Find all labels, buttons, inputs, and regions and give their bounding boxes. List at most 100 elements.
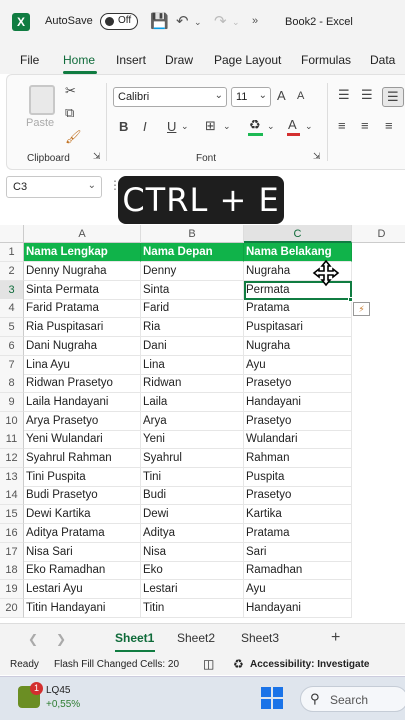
undo-icon[interactable]: ↶ — [176, 12, 189, 30]
table-cell[interactable]: Handayani — [244, 392, 352, 412]
table-cell[interactable]: Nisa Sari — [24, 542, 141, 562]
row-number[interactable]: 3 — [0, 280, 24, 300]
align-middle-icon[interactable]: ☰ — [361, 87, 373, 103]
taskbar-search[interactable]: ⚲ Search — [300, 686, 405, 712]
table-cell[interactable]: Pratama — [244, 299, 352, 319]
autosave-toggle[interactable]: Off — [100, 13, 138, 30]
paste-icon[interactable] — [29, 85, 55, 115]
row-number[interactable]: 19 — [0, 579, 24, 599]
table-cell[interactable]: Prasetyo — [244, 374, 352, 394]
row-number[interactable]: 20 — [0, 598, 24, 618]
fill-color-icon[interactable]: ♻ — [249, 117, 261, 133]
column-header-d[interactable]: D — [352, 225, 405, 243]
table-cell[interactable]: Titin — [141, 598, 244, 618]
macro-record-icon[interactable]: ◫ — [203, 657, 214, 671]
align-bottom-button[interactable]: ☰ — [382, 87, 404, 107]
font-size-select[interactable]: 11 ⌄ — [231, 87, 271, 107]
font-launcher-icon[interactable]: ⇲ — [313, 151, 321, 162]
header-cell-nama-lengkap[interactable]: Nama Lengkap — [24, 243, 141, 262]
table-cell[interactable]: Arya — [141, 411, 244, 431]
tab-data[interactable]: Data — [370, 53, 395, 67]
copy-icon[interactable]: ⧉ — [65, 105, 74, 121]
row-number[interactable]: 14 — [0, 486, 24, 506]
table-cell[interactable]: Dewi Kartika — [24, 505, 141, 525]
bold-button[interactable]: B — [119, 119, 128, 134]
table-cell[interactable]: Aditya — [141, 523, 244, 543]
row-number[interactable]: 17 — [0, 542, 24, 562]
table-cell[interactable]: Budi Prasetyo — [24, 486, 141, 506]
grow-font-icon[interactable]: A — [277, 88, 286, 103]
font-color-dropdown-icon[interactable]: ⌄ — [305, 121, 313, 132]
table-cell[interactable]: Lina Ayu — [24, 355, 141, 375]
table-cell[interactable]: Lestari — [141, 579, 244, 599]
sheet-tab-1[interactable]: Sheet1 — [115, 631, 154, 645]
table-cell[interactable]: Yeni Wulandari — [24, 430, 141, 450]
tab-page-layout[interactable]: Page Layout — [214, 53, 281, 67]
redo-dropdown-icon[interactable]: ⌄ — [232, 17, 240, 28]
table-cell[interactable]: Lestari Ayu — [24, 579, 141, 599]
table-cell[interactable]: Titin Handayani — [24, 598, 141, 618]
table-cell[interactable]: Laila — [141, 392, 244, 412]
table-cell[interactable]: Wulandari — [244, 430, 352, 450]
table-cell[interactable]: Denny — [141, 262, 244, 281]
table-cell[interactable]: Puspita — [244, 467, 352, 487]
borders-dropdown-icon[interactable]: ⌄ — [223, 121, 231, 132]
row-number[interactable]: 12 — [0, 449, 24, 468]
table-cell[interactable]: Yeni — [141, 430, 244, 450]
table-cell[interactable]: Farid Pratama — [24, 299, 141, 319]
row-number[interactable]: 13 — [0, 467, 24, 487]
table-cell[interactable]: Lina — [141, 355, 244, 375]
redo-icon[interactable]: ↷ — [214, 12, 227, 30]
fill-color-dropdown-icon[interactable]: ⌄ — [267, 121, 275, 132]
table-cell[interactable]: Eko — [141, 561, 244, 581]
sheet-tab-3[interactable]: Sheet3 — [241, 631, 279, 645]
tab-home[interactable]: Home — [63, 53, 95, 67]
row-number[interactable]: 18 — [0, 561, 24, 581]
table-cell[interactable]: Prasetyo — [244, 411, 352, 431]
row-number[interactable]: 7 — [0, 355, 24, 375]
prev-sheet-icon[interactable]: ❮ — [28, 632, 38, 646]
table-cell[interactable]: Ramadhan — [244, 561, 352, 581]
borders-icon[interactable]: ⊞ — [205, 118, 216, 134]
header-cell-nama-depan[interactable]: Nama Depan — [141, 243, 244, 262]
table-cell[interactable]: Ridwan — [141, 374, 244, 394]
table-cell[interactable]: Sinta — [141, 280, 244, 300]
table-cell[interactable]: Dani — [141, 336, 244, 356]
save-icon[interactable]: 💾 — [150, 12, 169, 30]
cut-icon[interactable]: ✂ — [65, 83, 76, 99]
column-header-c[interactable]: C — [244, 225, 352, 243]
table-cell[interactable]: Sari — [244, 542, 352, 562]
tab-draw[interactable]: Draw — [165, 53, 193, 67]
align-right-icon[interactable]: ≡ — [385, 118, 393, 133]
name-box[interactable]: C3 ⌄ — [6, 176, 102, 198]
align-center-icon[interactable]: ≡ — [361, 118, 369, 133]
table-cell[interactable]: Tini — [141, 467, 244, 487]
table-cell[interactable]: Pratama — [244, 523, 352, 543]
status-accessibility[interactable]: Accessibility: Investigate — [250, 659, 370, 670]
table-cell[interactable]: Denny Nugraha — [24, 262, 141, 281]
add-sheet-icon[interactable]: + — [331, 629, 340, 647]
table-cell[interactable]: Nugraha — [244, 336, 352, 356]
row-number[interactable]: 4 — [0, 299, 24, 319]
table-cell[interactable]: Laila Handayani — [24, 392, 141, 412]
row-number[interactable]: 8 — [0, 374, 24, 394]
row-number[interactable]: 11 — [0, 430, 24, 450]
table-cell[interactable]: Syahrul — [141, 449, 244, 468]
italic-button[interactable]: I — [143, 119, 147, 134]
table-cell[interactable]: Syahrul Rahman — [24, 449, 141, 468]
row-number[interactable]: 6 — [0, 336, 24, 356]
shrink-font-icon[interactable]: A — [297, 90, 304, 102]
table-cell[interactable]: Dewi — [141, 505, 244, 525]
table-cell[interactable]: Ria Puspitasari — [24, 318, 141, 338]
table-cell[interactable]: Eko Ramadhan — [24, 561, 141, 581]
next-sheet-icon[interactable]: ❯ — [56, 632, 66, 646]
table-cell[interactable]: Arya Prasetyo — [24, 411, 141, 431]
table-cell[interactable]: Prasetyo — [244, 486, 352, 506]
table-cell[interactable]: Ridwan Prasetyo — [24, 374, 141, 394]
undo-dropdown-icon[interactable]: ⌄ — [194, 17, 202, 28]
worksheet-grid[interactable]: A B C D 1 Nama Lengkap Nama Depan Nama B… — [0, 225, 405, 623]
table-cell[interactable]: Farid — [141, 299, 244, 319]
row-number[interactable]: 16 — [0, 523, 24, 543]
table-cell[interactable]: Puspitasari — [244, 318, 352, 338]
tab-file[interactable]: File — [20, 53, 39, 67]
